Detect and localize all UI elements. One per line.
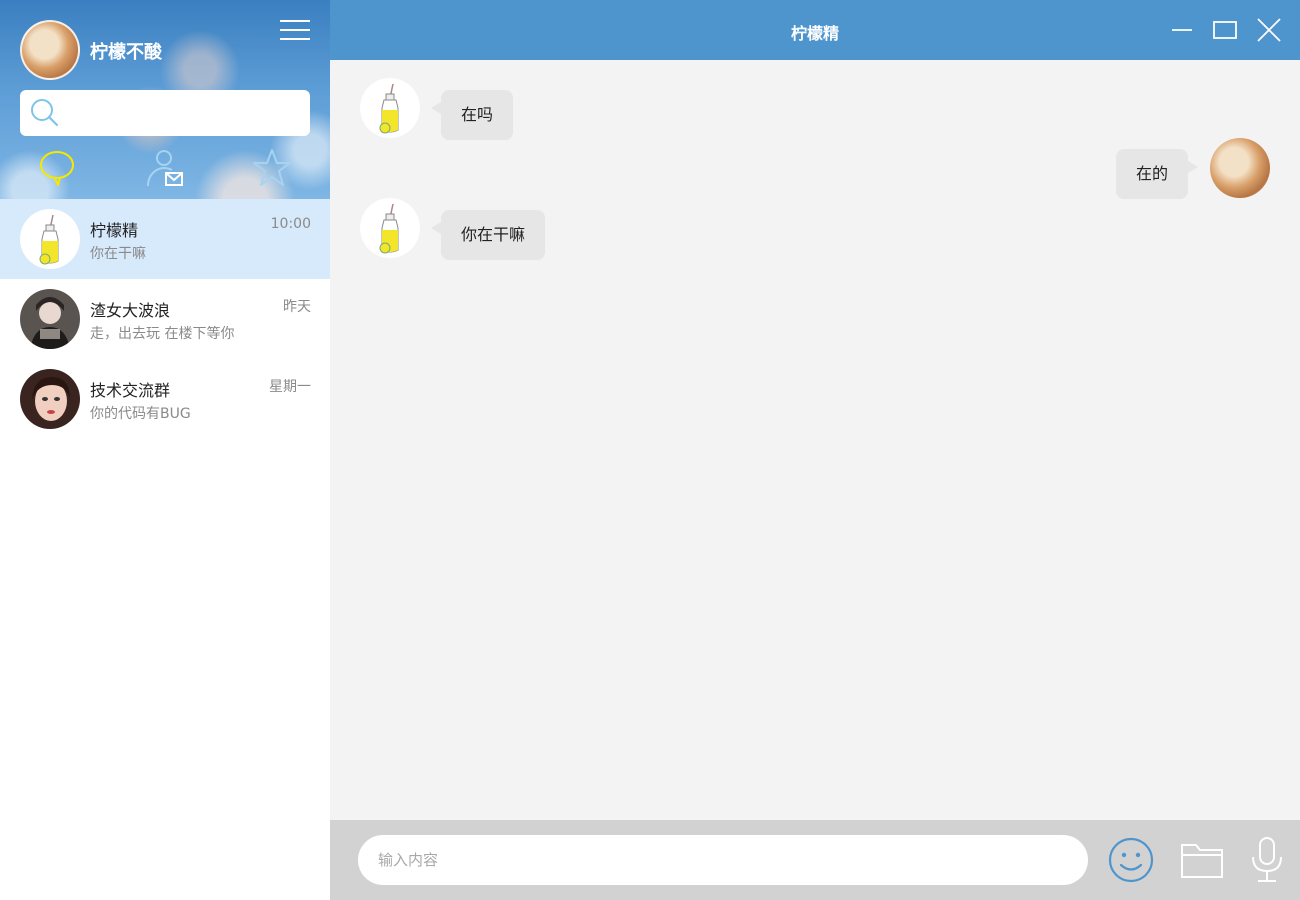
search-icon bbox=[31, 99, 59, 127]
conversation-time: 星期一 bbox=[269, 379, 311, 395]
conversation-name: 技术交流群 bbox=[90, 381, 171, 400]
conversation-time: 昨天 bbox=[283, 299, 311, 315]
conversation-name: 渣女大波浪 bbox=[90, 301, 171, 320]
minimize-icon[interactable] bbox=[1168, 15, 1198, 45]
lemon-bottle-avatar bbox=[20, 209, 80, 269]
sidebar: 柠檬不酸 柠檬精 你在干嘛 10:00 渣女大波浪 走，出去玩 在楼下等你 昨天… bbox=[0, 0, 330, 900]
girl-drawing-avatar bbox=[20, 369, 80, 429]
lemon-bottle-avatar[interactable] bbox=[360, 78, 420, 138]
lemon-bottle-avatar[interactable] bbox=[360, 198, 420, 258]
conversation-time: 10:00 bbox=[270, 216, 311, 232]
conversation-preview: 你的代码有BUG bbox=[90, 406, 191, 422]
message-input[interactable] bbox=[358, 835, 1088, 885]
message-area: 在吗 在的 你在干嘛 bbox=[330, 60, 1300, 820]
message-bubble: 在吗 bbox=[430, 90, 514, 140]
emoji-icon[interactable] bbox=[1106, 835, 1156, 885]
chat-title: 柠檬精 bbox=[790, 24, 839, 43]
conversation-preview: 走，出去玩 在楼下等你 bbox=[90, 326, 235, 342]
sidebar-header: 柠檬不酸 bbox=[0, 0, 330, 199]
title-bar: 柠檬精 bbox=[330, 0, 1300, 60]
chat-panel: 柠檬精 在吗 在的 你在干嘛 输入内容 bbox=[330, 0, 1300, 900]
chat-bubble-icon[interactable] bbox=[37, 148, 77, 188]
conversation-item[interactable]: 柠檬精 你在干嘛 10:00 bbox=[0, 199, 330, 279]
girl-photo-avatar bbox=[20, 289, 80, 349]
profile-avatar[interactable] bbox=[20, 20, 80, 80]
conversation-list: 柠檬精 你在干嘛 10:00 渣女大波浪 走，出去玩 在楼下等你 昨天 技术交流… bbox=[0, 199, 330, 439]
search-input[interactable] bbox=[66, 98, 296, 128]
conversation-preview: 你在干嘛 bbox=[90, 246, 146, 262]
conversation-name: 柠檬精 bbox=[90, 221, 139, 240]
folder-icon[interactable] bbox=[1178, 835, 1228, 885]
search-box[interactable] bbox=[20, 90, 310, 136]
conversation-item[interactable]: 技术交流群 你的代码有BUG 星期一 bbox=[0, 359, 330, 439]
composer-bar bbox=[330, 820, 1300, 900]
conversation-item[interactable]: 渣女大波浪 走，出去玩 在楼下等你 昨天 bbox=[0, 279, 330, 359]
message-bubble: 在的 bbox=[1115, 149, 1199, 199]
profile-name: 柠檬不酸 bbox=[90, 42, 162, 63]
message-bubble: 你在干嘛 bbox=[430, 210, 546, 260]
close-icon[interactable] bbox=[1254, 15, 1284, 45]
star-icon[interactable] bbox=[252, 148, 292, 188]
cat-dog-avatar[interactable] bbox=[1210, 138, 1270, 198]
microphone-icon[interactable] bbox=[1242, 835, 1292, 885]
maximize-icon[interactable] bbox=[1210, 15, 1240, 45]
contact-mail-icon[interactable] bbox=[144, 148, 184, 188]
menu-icon[interactable] bbox=[280, 20, 310, 42]
